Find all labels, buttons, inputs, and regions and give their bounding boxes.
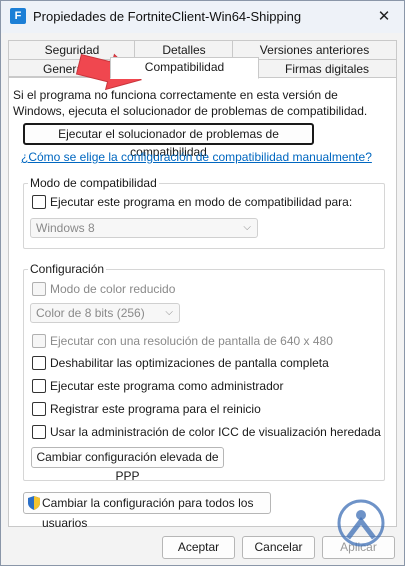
troubleshooter-button[interactable]: Ejecutar el solucionador de problemas de…	[23, 123, 314, 159]
chevron-down-icon: ⌵	[165, 307, 173, 318]
tab-compatibilidad[interactable]: Compatibilidad	[110, 57, 259, 79]
accept-button[interactable]: Aceptar	[162, 536, 235, 559]
compat-mode-checkbox-label: Ejecutar este programa en modo de compat…	[50, 195, 353, 209]
color-depth-select: Color de 8 bits (256) ⌵	[30, 303, 180, 323]
compat-mode-checkbox[interactable]	[32, 195, 46, 209]
manual-compat-link[interactable]: ¿Cómo se elige la configuración de compa…	[21, 150, 372, 164]
os-version-select[interactable]: Windows 8 ⌵	[30, 218, 258, 238]
icc-color-label: Usar la administración de color ICC de v…	[50, 425, 381, 439]
register-restart-checkbox[interactable]	[32, 402, 46, 416]
run-as-admin-label: Ejecutar este programa como administrado…	[50, 379, 284, 393]
close-icon[interactable]: ✕	[364, 1, 404, 33]
color-depth-value: Color de 8 bits (256)	[36, 306, 145, 320]
resolution-label: Ejecutar con una resolución de pantalla …	[50, 334, 333, 348]
register-restart-label: Registrar este programa para el reinicio	[50, 402, 261, 416]
reduced-color-label: Modo de color reducido	[50, 282, 176, 296]
compat-mode-group	[23, 183, 385, 249]
change-all-users-button[interactable]: Cambiar la configuración para todos los …	[23, 492, 271, 530]
fullscreen-opt-label: Deshabilitar las optimizaciones de panta…	[50, 356, 329, 370]
settings-group-label: Configuración	[28, 262, 107, 276]
watermark-logo	[336, 498, 386, 561]
window-title: Propiedades de FortniteClient-Win64-Ship…	[33, 9, 302, 24]
icc-color-checkbox[interactable]	[32, 425, 46, 439]
tab-firmas-digitales[interactable]: Firmas digitales	[257, 59, 397, 79]
title-bar[interactable]: F Propiedades de FortniteClient-Win64-Sh…	[1, 1, 404, 33]
fullscreen-opt-checkbox[interactable]	[32, 356, 46, 370]
os-version-value: Windows 8	[36, 221, 95, 235]
compat-mode-group-label: Modo de compatibilidad	[28, 176, 159, 190]
intro-text: Si el programa no funciona correctamente…	[13, 88, 368, 118]
cancel-button[interactable]: Cancelar	[242, 536, 315, 559]
reduced-color-checkbox	[32, 282, 46, 296]
shield-icon	[28, 496, 40, 516]
chevron-down-icon: ⌵	[243, 222, 251, 233]
resolution-checkbox	[32, 334, 46, 348]
run-as-admin-checkbox[interactable]	[32, 379, 46, 393]
change-dpi-button[interactable]: Cambiar configuración elevada de PPP	[31, 447, 224, 483]
app-icon: F	[10, 8, 26, 24]
